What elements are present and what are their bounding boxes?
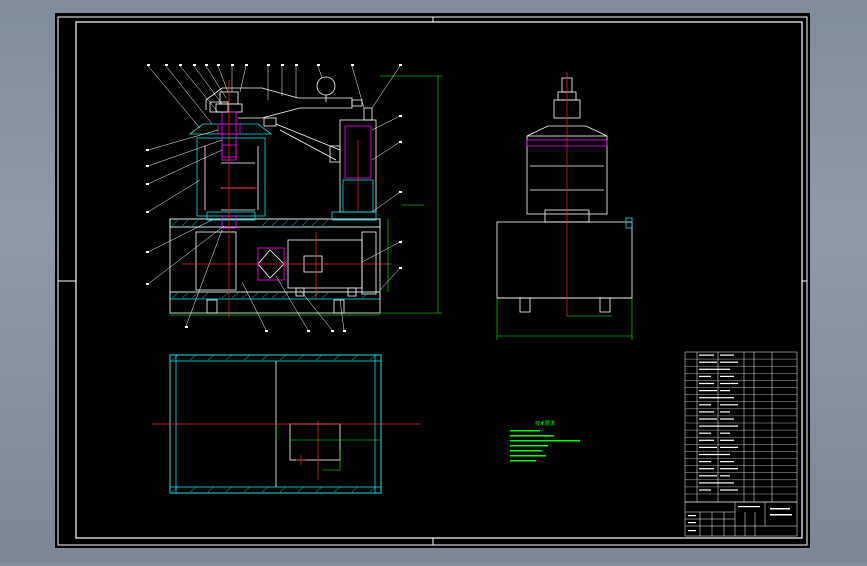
parts-list-cell-mark — [720, 418, 734, 420]
parts-list-cell-mark — [720, 453, 730, 456]
parts-list-cell-mark — [699, 411, 714, 413]
parts-list-cell-mark — [699, 475, 717, 477]
parts-list-cell-mark — [720, 475, 730, 477]
parts-list-cell-mark — [699, 482, 720, 484]
parts-list-cell-mark — [699, 404, 711, 406]
parts-list-cell-mark — [699, 397, 720, 399]
parts-list-cell-mark — [720, 482, 734, 484]
parts-list-cell-mark — [720, 489, 738, 491]
parts-list-cell-mark — [720, 432, 730, 434]
parts-list-cell-mark — [720, 404, 738, 406]
parts-list-cell-mark — [720, 368, 730, 370]
parts-list-cell-mark — [699, 425, 720, 427]
parts-list-cell-mark — [699, 468, 714, 470]
notes-title: 技术要求 — [535, 420, 555, 427]
parts-list-cell-mark — [720, 361, 738, 363]
parts-list-cell-mark — [720, 390, 730, 392]
parts-list-cell-mark — [699, 489, 711, 491]
parts-list-cell-mark — [699, 390, 717, 392]
parts-list-cell-mark — [720, 461, 734, 463]
parts-list-cell-mark — [720, 375, 734, 377]
parts-list-cell-mark — [699, 375, 711, 377]
parts-list-cell-mark — [720, 411, 730, 413]
parts-list-cell-mark — [720, 397, 734, 399]
parts-list-cell-mark — [720, 468, 738, 470]
parts-list-cell-mark — [720, 439, 734, 441]
parts-list-cell-mark — [699, 361, 717, 363]
parts-list-cell-mark — [699, 382, 714, 385]
parts-list-cell-mark — [699, 418, 717, 420]
parts-list-cell-mark — [699, 453, 720, 456]
parts-list-cell-mark — [699, 432, 711, 434]
drawing-viewport[interactable]: 技术要求 — [0, 0, 867, 562]
parts-list-cell-mark — [699, 461, 711, 463]
cad-drawing-canvas[interactable]: 技术要求 — [0, 0, 867, 562]
parts-list-cell-mark — [720, 354, 734, 356]
parts-list-cell-mark — [699, 368, 720, 370]
parts-list-cell-mark — [699, 439, 714, 441]
parts-list-cell-mark — [720, 446, 738, 448]
parts-list-cell-mark — [720, 425, 738, 427]
parts-list-cell-mark — [699, 354, 714, 356]
parts-list-cell-mark — [699, 446, 717, 448]
parts-list-cell-mark — [720, 382, 738, 385]
